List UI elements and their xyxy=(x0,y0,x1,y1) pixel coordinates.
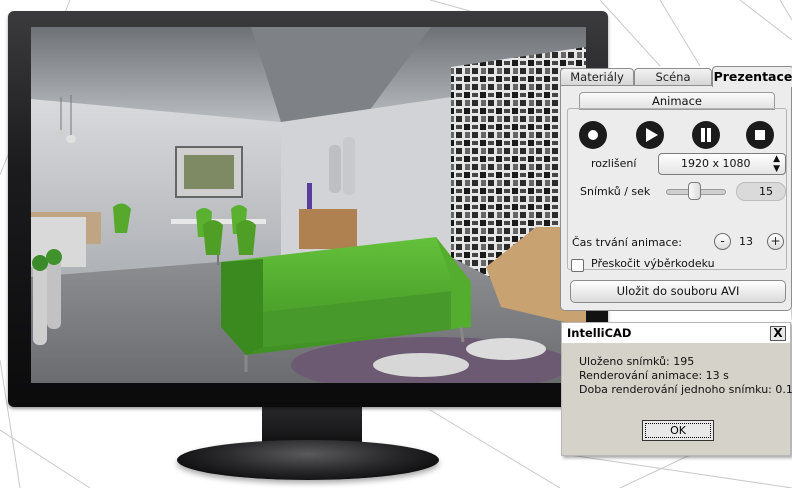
rendered-scene xyxy=(31,27,586,383)
panel-body: Animace rozlišení 1920 x 1080 ▲ ▼ Snímků … xyxy=(560,85,792,311)
duration-label: Čas trvání animace: xyxy=(572,236,683,249)
panel-tabs: Materiály Scéna Prezentace xyxy=(560,66,792,87)
interior-render-illustration xyxy=(31,27,586,383)
updown-arrows-icon: ▲ ▼ xyxy=(773,154,780,174)
tab-presentation[interactable]: Prezentace xyxy=(712,66,792,87)
record-icon[interactable] xyxy=(577,119,609,151)
duration-plus-button[interactable]: + xyxy=(767,233,784,250)
tab-materials[interactable]: Materiály xyxy=(560,68,634,86)
presentation-panel: Materiály Scéna Prezentace Animace rozli… xyxy=(560,66,792,311)
monitor-stand-base xyxy=(177,440,439,480)
resolution-value: 1920 x 1080 xyxy=(681,157,751,170)
duration-minus-button[interactable]: - xyxy=(714,233,731,250)
resolution-select[interactable]: 1920 x 1080 ▲ ▼ xyxy=(658,153,786,175)
tab-scene[interactable]: Scéna xyxy=(634,68,712,86)
saved-frames-text: Uloženo snímků: 195 xyxy=(579,355,695,368)
resolution-label: rozlišení xyxy=(591,157,637,170)
save-avi-button[interactable]: Uložit do souboru AVI xyxy=(570,280,786,303)
pause-icon[interactable] xyxy=(690,119,722,151)
close-icon[interactable]: X xyxy=(770,326,786,341)
frame-time-text: Doba renderování jednoho snímku: 0.1 s xyxy=(579,383,792,396)
fps-slider-thumb[interactable] xyxy=(688,182,701,200)
fps-field[interactable]: 15 xyxy=(736,182,786,201)
dialog-title-bar: IntelliCAD X xyxy=(562,323,790,343)
render-time-text: Renderování animace: 13 s xyxy=(579,369,729,382)
fps-value: 15 xyxy=(759,185,773,198)
dialog-title: IntelliCAD xyxy=(567,326,632,340)
fps-label: Snímků / sek xyxy=(580,185,651,198)
skip-codec-label: Přeskočit výběrkodeku xyxy=(591,257,715,270)
stop-icon[interactable] xyxy=(744,119,776,151)
ok-button[interactable]: OK xyxy=(642,420,714,441)
duration-value[interactable]: 13 xyxy=(739,235,753,248)
skip-codec-checkbox[interactable] xyxy=(571,259,584,272)
play-icon[interactable] xyxy=(634,119,666,151)
intellicad-dialog: IntelliCAD X Uloženo snímků: 195 Rendero… xyxy=(561,322,792,456)
